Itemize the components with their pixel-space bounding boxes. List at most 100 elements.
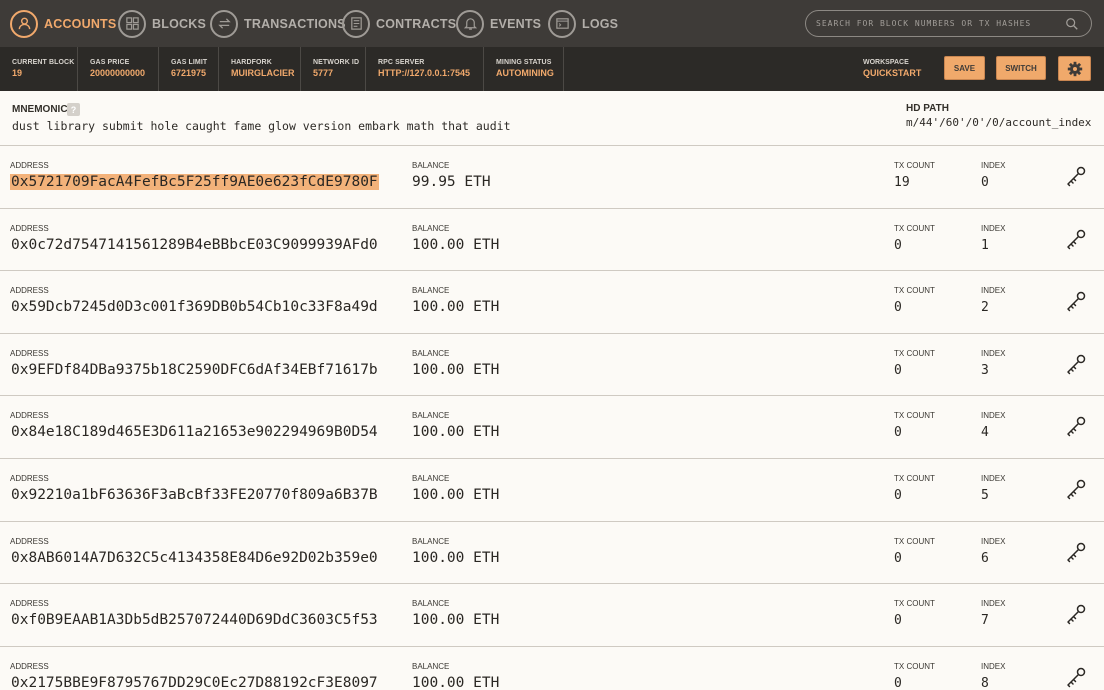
rpc-server-value: HTTP://127.0.0.1:7545 [378, 68, 471, 78]
account-address[interactable]: 0x2175BBE9F8795767DD29C0Ec27D88192cF3E80… [10, 675, 379, 690]
search-icon[interactable] [1065, 17, 1079, 31]
balance-label: BALANCE [412, 599, 450, 609]
key-icon[interactable] [1064, 414, 1088, 438]
balance-label: BALANCE [412, 223, 450, 233]
mnemonic-section: MNEMONIC ? dust library submit hole caug… [0, 91, 1104, 146]
balance-label: BALANCE [412, 348, 450, 358]
address-label: ADDRESS [10, 161, 49, 170]
balance-label: BALANCE [412, 661, 450, 671]
key-icon[interactable] [1064, 289, 1088, 313]
index-label: INDEX [981, 223, 1006, 233]
nav-blocks[interactable]: BLOCKS [118, 0, 206, 47]
tx-count-label: TX COUNT [894, 599, 935, 609]
network-id-value: 5777 [313, 68, 334, 78]
help-icon[interactable]: ? [67, 103, 80, 116]
nav-accounts-label: ACCOUNTS [44, 16, 117, 31]
key-icon[interactable] [1064, 352, 1088, 376]
gear-icon [1067, 61, 1082, 76]
key-icon[interactable] [1064, 665, 1088, 689]
top-nav: ACCOUNTS BLOCKS TRANSACTIONS CONTRACTS E… [0, 0, 1104, 47]
search-box [805, 10, 1092, 37]
workspace-label: WORKSPACE [863, 59, 909, 66]
tx-count-label: TX COUNT [894, 161, 935, 170]
nav-blocks-label: BLOCKS [152, 16, 206, 31]
nav-events[interactable]: EVENTS [456, 0, 541, 47]
account-address[interactable]: 0x8AB6014A7D632C5c4134358E84D6e92D02b359… [10, 550, 379, 566]
account-index: 1 [981, 237, 989, 253]
account-balance: 100.00 ETH [412, 612, 500, 629]
balance-label: BALANCE [412, 286, 450, 296]
account-index: 6 [981, 550, 989, 566]
address-label: ADDRESS [10, 286, 49, 296]
contracts-icon [342, 9, 370, 38]
nav-events-label: EVENTS [490, 16, 542, 31]
account-row: ADDRESS 0x5721709FacA4FefBc5F25ff9AE0e623… [0, 146, 1104, 209]
transactions-icon [210, 9, 238, 38]
gas-limit-label: GAS LIMIT [171, 59, 208, 66]
account-tx-count: 0 [894, 613, 902, 629]
account-address[interactable]: 0x92210a1bF63636F3aBcBf33FE20770f809a6B3… [10, 487, 379, 503]
account-address[interactable]: 0xf0B9EAAB1A3Db5dB257072440D69DdC3603C5f… [10, 612, 379, 628]
account-address[interactable]: 0x5721709FacA4FefBc5F25ff9AE0e623fCdE978… [10, 174, 379, 190]
key-icon[interactable] [1064, 164, 1088, 188]
account-index: 4 [981, 425, 989, 441]
nav-contracts[interactable]: CONTRACTS [342, 0, 456, 47]
stat-gas-price: GAS PRICE 20000000000 [78, 47, 159, 91]
account-tx-count: 0 [894, 300, 902, 316]
account-balance: 100.00 ETH [412, 549, 500, 566]
mnemonic-phrase: dust library submit hole caught fame glo… [12, 119, 511, 133]
key-icon[interactable] [1064, 540, 1088, 564]
key-icon[interactable] [1064, 602, 1088, 626]
status-bar: CURRENT BLOCK 19 GAS PRICE 20000000000 G… [0, 47, 1104, 91]
account-row: ADDRESS 0x8AB6014A7D632C5c4134358E84D6e92… [0, 521, 1104, 585]
nav-logs-label: LOGS [582, 16, 619, 31]
address-label: ADDRESS [10, 223, 49, 233]
account-balance: 100.00 ETH [412, 299, 500, 316]
nav-transactions-label: TRANSACTIONS [244, 16, 346, 31]
hd-path-value: m/44'/60'/0'/0/account_index [906, 116, 1092, 129]
settings-button[interactable] [1058, 56, 1091, 81]
tx-count-label: TX COUNT [894, 536, 935, 546]
account-row: ADDRESS 0x2175BBE9F8795767DD29C0Ec27D8819… [0, 646, 1104, 690]
account-balance: 100.00 ETH [412, 486, 500, 503]
mining-status-label: MINING STATUS [496, 59, 552, 66]
save-button[interactable]: SAVE [944, 56, 985, 80]
address-label: ADDRESS [10, 348, 49, 358]
key-icon[interactable] [1064, 227, 1088, 251]
address-label: ADDRESS [10, 473, 49, 483]
index-label: INDEX [981, 411, 1006, 421]
account-row: ADDRESS 0xf0B9EAAB1A3Db5dB257072440D69DdC… [0, 584, 1104, 647]
nav-accounts[interactable]: ACCOUNTS [10, 0, 116, 47]
nav-logs[interactable]: LOGS [548, 0, 618, 47]
address-label: ADDRESS [10, 661, 49, 671]
stat-mining-status: MINING STATUS AUTOMINING [484, 47, 564, 91]
hardfork-label: HARDFORK [231, 59, 272, 66]
current-block-value: 19 [12, 68, 23, 78]
balance-label: BALANCE [412, 536, 450, 546]
account-tx-count: 0 [894, 487, 902, 503]
balance-label: BALANCE [412, 161, 450, 170]
account-address[interactable]: 0x84e18C189d465E3D611a21653e902294969B0D… [10, 424, 379, 440]
account-address[interactable]: 0x59Dcb7245d0D3c001f369DB0b54Cb10c33F8a4… [10, 299, 379, 315]
balance-label: BALANCE [412, 411, 450, 421]
index-label: INDEX [981, 348, 1006, 358]
account-index: 8 [981, 675, 989, 690]
mining-status-value: AUTOMINING [496, 68, 554, 78]
search-input[interactable] [816, 19, 1061, 28]
switch-button[interactable]: SWITCH [996, 56, 1046, 80]
tx-count-label: TX COUNT [894, 411, 935, 421]
workspace-value: QUICKSTART [863, 68, 922, 78]
key-icon[interactable] [1064, 477, 1088, 501]
account-address[interactable]: 0x0c72d7547141561289B4eBBbcE03C9099939AF… [10, 237, 379, 253]
logs-icon [548, 9, 576, 38]
account-address[interactable]: 0x9EFDf84DBa9375b18C2590DFC6dAf34EBf7161… [10, 362, 379, 378]
account-tx-count: 0 [894, 425, 902, 441]
index-label: INDEX [981, 599, 1006, 609]
account-index: 2 [981, 300, 989, 316]
balance-label: BALANCE [412, 473, 450, 483]
stat-network-id: NETWORK ID 5777 [301, 47, 366, 91]
nav-contracts-label: CONTRACTS [376, 16, 457, 31]
accounts-list: ADDRESS 0x5721709FacA4FefBc5F25ff9AE0e623… [0, 146, 1104, 690]
account-tx-count: 19 [894, 175, 910, 190]
nav-transactions[interactable]: TRANSACTIONS [210, 0, 346, 47]
